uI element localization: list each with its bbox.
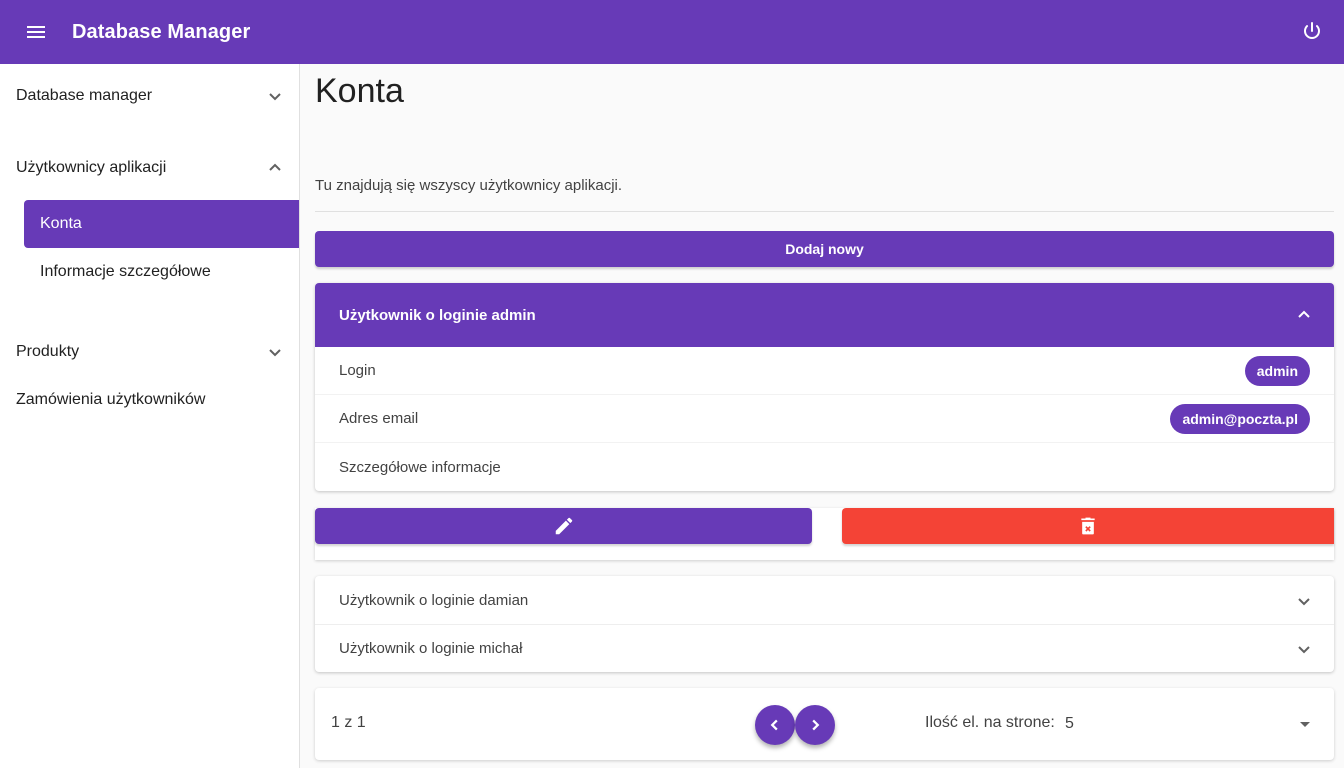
info-row-login: Login admin bbox=[315, 347, 1334, 395]
sidebar-item-label: Konta bbox=[40, 215, 82, 232]
app-bar: Database Manager bbox=[0, 0, 1344, 64]
chevron-up-icon bbox=[269, 163, 281, 171]
user-panel-header[interactable]: Użytkownik o loginie admin bbox=[315, 283, 1334, 347]
user-panel-title: Użytkownik o loginie admin bbox=[339, 306, 536, 324]
prev-page-button[interactable] bbox=[755, 705, 795, 745]
user-panel-damian[interactable]: Użytkownik o loginie damian bbox=[315, 576, 1334, 624]
sidebar-group-label: Użytkownicy aplikacji bbox=[16, 159, 167, 176]
app-title: Database Manager bbox=[72, 20, 251, 43]
email-chip: admin@poczta.pl bbox=[1170, 404, 1310, 434]
sidebar-group-label: Produkty bbox=[16, 343, 80, 360]
sidebar-group-users[interactable]: Użytkownicy aplikacji bbox=[0, 144, 299, 192]
user-panel-michal[interactable]: Użytkownik o loginie michał bbox=[315, 624, 1334, 672]
edit-button[interactable] bbox=[315, 508, 812, 544]
field-label: Login bbox=[339, 362, 376, 379]
pagination: 1 z 1 Ilość el. na strone: 5 bbox=[315, 688, 1334, 760]
chevron-up-icon bbox=[1298, 310, 1310, 318]
sidebar-group-label: Database manager bbox=[16, 87, 153, 104]
info-row-email: Adres email admin@poczta.pl bbox=[315, 395, 1334, 443]
user-panel-title: Użytkownik o loginie michał bbox=[339, 639, 523, 657]
add-new-button[interactable]: Dodaj nowy bbox=[315, 231, 1334, 267]
user-panel-title: Użytkownik o loginie damian bbox=[339, 591, 529, 609]
sidebar-group-database-manager[interactable]: Database manager bbox=[0, 72, 299, 120]
trash-icon bbox=[1081, 517, 1095, 535]
power-icon bbox=[1304, 22, 1320, 39]
login-chip: admin bbox=[1244, 356, 1310, 386]
sidebar-group-products[interactable]: Produkty bbox=[0, 328, 299, 376]
page-description: Tu znajdują się wszyscy użytkownicy apli… bbox=[315, 177, 623, 194]
sidebar-group-label: Zamówienia użytkowników bbox=[16, 391, 206, 408]
pencil-icon bbox=[555, 517, 572, 535]
page-info: 1 z 1 bbox=[331, 714, 366, 731]
menu-icon bbox=[27, 26, 45, 38]
divider bbox=[315, 211, 1334, 212]
user-actions bbox=[315, 508, 1334, 560]
chevron-down-icon bbox=[269, 349, 281, 357]
user-panel-admin: Użytkownik o loginie admin Login admin A… bbox=[315, 283, 1334, 491]
page-title: Konta bbox=[315, 72, 404, 110]
sidebar-item-orders[interactable]: Zamówienia użytkowników bbox=[0, 376, 299, 424]
chevron-down-icon bbox=[1298, 646, 1310, 654]
chevron-right-icon bbox=[812, 719, 820, 731]
menu-button[interactable] bbox=[0, 0, 72, 64]
sidebar-item-label: Informacje szczegółowe bbox=[40, 263, 211, 280]
chevron-down-icon bbox=[269, 93, 281, 101]
main-content: Konta Tu znajdują się wszyscy użytkownic… bbox=[300, 64, 1344, 768]
user-list-collapsed: Użytkownik o loginie damian Użytkownik o… bbox=[315, 576, 1334, 672]
chevron-down-icon bbox=[1298, 598, 1310, 606]
sidebar-item-details[interactable]: Informacje szczegółowe bbox=[24, 248, 299, 296]
sidebar: Database manager Użytkownicy aplikacji K… bbox=[0, 64, 300, 768]
chevron-left-icon bbox=[770, 719, 778, 731]
field-label: Adres email bbox=[339, 410, 419, 427]
field-label: Szczegółowe informacje bbox=[339, 458, 501, 476]
logout-button[interactable] bbox=[1296, 16, 1328, 48]
per-page-select[interactable]: 5 bbox=[1065, 704, 1317, 744]
delete-button[interactable] bbox=[842, 508, 1334, 544]
sidebar-item-konta[interactable]: Konta bbox=[24, 200, 299, 248]
per-page-value: 5 bbox=[1065, 715, 1074, 732]
next-page-button[interactable] bbox=[795, 705, 835, 745]
info-row-details: Szczegółowe informacje bbox=[315, 443, 1334, 491]
dropdown-arrow-icon bbox=[1300, 722, 1310, 727]
per-page-label: Ilość el. na strone: bbox=[925, 714, 1055, 731]
